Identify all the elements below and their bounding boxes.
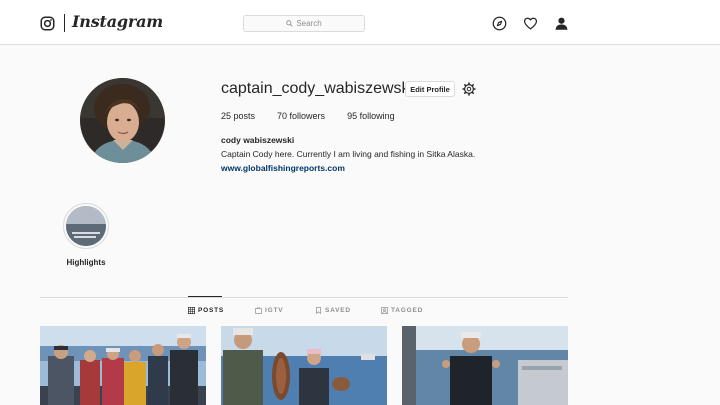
profile-photo (80, 78, 165, 163)
profile-stats: 25 posts 70 followers 95 following (221, 111, 417, 121)
post-thumbnail[interactable] (40, 326, 206, 405)
tab-igtv-label: IGTV (265, 307, 284, 314)
post-thumbnail[interactable] (221, 326, 387, 405)
tab-posts[interactable]: POSTS (188, 307, 224, 314)
following-link[interactable]: 95 following (347, 111, 395, 121)
highlight-cover-image (66, 206, 106, 246)
story-highlight[interactable] (63, 203, 109, 249)
followers-link[interactable]: 70 followers (277, 111, 325, 121)
tab-igtv[interactable]: IGTV (255, 307, 283, 314)
post-thumbnail[interactable] (402, 326, 568, 405)
search-placeholder: Search (296, 19, 322, 28)
profile-tabs: POSTS IGTV SAVED TAGGED (0, 307, 720, 319)
instagram-wordmark[interactable]: Instagram (72, 12, 163, 31)
active-tab-indicator (188, 296, 222, 297)
search-icon (286, 20, 293, 27)
tv-icon (255, 307, 262, 314)
bookmark-icon (316, 307, 321, 314)
logo-divider (64, 14, 65, 32)
edit-profile-button[interactable]: Edit Profile (405, 81, 455, 97)
compass-icon[interactable] (492, 16, 507, 31)
gear-icon[interactable] (462, 82, 476, 96)
person-icon[interactable] (554, 16, 569, 31)
posts-count: 25 posts (221, 111, 256, 121)
grid-icon (188, 307, 195, 314)
highlight-label: Highlights (66, 258, 106, 267)
post-photo-group (40, 326, 206, 405)
tab-tagged[interactable]: TAGGED (381, 307, 423, 314)
profile-avatar[interactable] (80, 78, 165, 163)
profile-website-link[interactable]: www.globalfishingreports.com (221, 163, 345, 173)
post-photo-boat (402, 326, 568, 405)
search-input[interactable]: Search (243, 15, 365, 32)
post-photo-catch (221, 326, 387, 405)
top-navigation-bar: Instagram Search (0, 0, 720, 45)
profile-bio: Captain Cody here. Currently I am living… (221, 149, 476, 159)
tab-tagged-label: TAGGED (391, 307, 424, 314)
heart-icon[interactable] (523, 16, 538, 31)
highlight-cover (66, 206, 106, 246)
profile-username: captain_cody_wabiszewski (221, 80, 414, 97)
tabs-divider (40, 297, 568, 298)
profile-full-name: cody wabiszewski (221, 135, 295, 145)
tab-saved-label: SAVED (325, 307, 351, 314)
instagram-glyph-icon[interactable] (40, 16, 55, 31)
tab-posts-label: POSTS (198, 307, 225, 314)
tag-icon (381, 307, 388, 314)
tab-saved[interactable]: SAVED (315, 307, 351, 314)
